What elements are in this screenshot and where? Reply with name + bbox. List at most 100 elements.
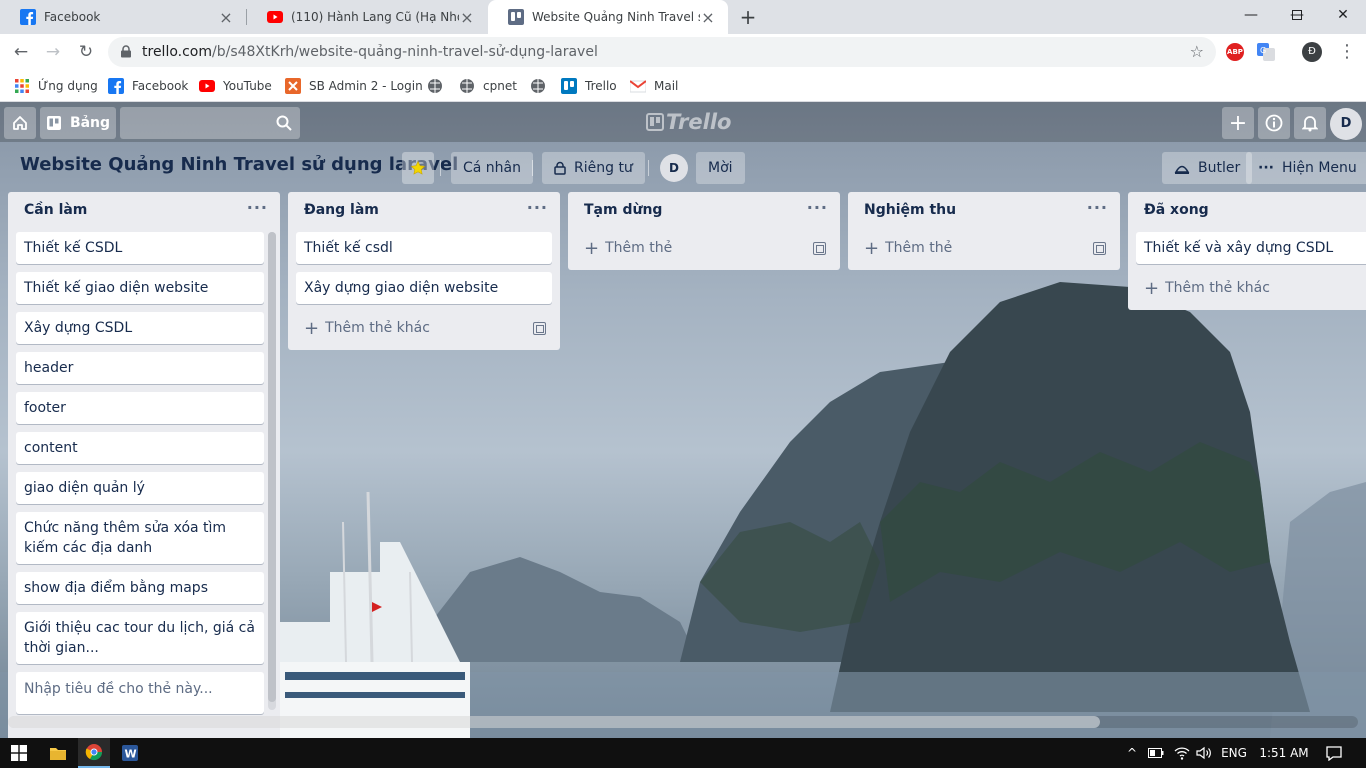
card[interactable]: Giới thiệu cac tour du lịch, giá cả thời…: [16, 612, 264, 664]
close-tab-icon[interactable]: ×: [700, 8, 716, 27]
wifi-icon[interactable]: [1172, 738, 1192, 768]
bookmark-star-icon[interactable]: ☆: [1190, 37, 1204, 67]
list-title[interactable]: Nghiệm thu: [864, 202, 956, 218]
chrome-menu-icon[interactable]: ⋮: [1334, 39, 1360, 65]
list-menu-icon[interactable]: ···: [247, 198, 268, 217]
butler-button[interactable]: Butler: [1162, 152, 1253, 184]
boards-button[interactable]: Bảng: [40, 107, 116, 139]
gmail-icon: [630, 80, 646, 93]
add-card-button[interactable]: + Thêm thẻ: [584, 236, 672, 260]
forward-button[interactable]: →: [40, 39, 66, 65]
card[interactable]: Thiết kế và xây dựng CSDL: [1136, 232, 1366, 264]
card[interactable]: show địa điểm bằng maps: [16, 572, 264, 604]
list-title[interactable]: Cần làm: [24, 202, 87, 218]
lock-icon: [554, 161, 566, 175]
list-title[interactable]: Đang làm: [304, 202, 379, 218]
team-button[interactable]: Cá nhân: [451, 152, 534, 184]
bookmark-mail[interactable]: Mail: [630, 76, 678, 96]
card[interactable]: Xây dựng CSDL: [16, 312, 264, 344]
card[interactable]: Thiết kế giao diện website: [16, 272, 264, 304]
bookmark-youtube[interactable]: YouTube: [199, 76, 272, 96]
back-button[interactable]: ←: [8, 39, 34, 65]
create-button[interactable]: +: [1222, 107, 1254, 139]
card[interactable]: Thiết kế CSDL: [16, 232, 264, 264]
board-member-avatar[interactable]: D: [660, 154, 688, 182]
list-menu-icon[interactable]: ···: [527, 198, 548, 217]
card[interactable]: giao diện quản lý: [16, 472, 264, 504]
bookmark-label: YouTube: [223, 79, 272, 93]
tab-youtube[interactable]: (110) Hành Lang Cũ (Hạ Nhớ) - L ×: [247, 0, 487, 34]
chrome-taskbar-button[interactable]: [78, 738, 110, 768]
bookmark-globe-1[interactable]: [427, 76, 451, 96]
list-menu-icon[interactable]: ···: [807, 198, 828, 217]
volume-icon[interactable]: [1194, 738, 1214, 768]
system-clock[interactable]: 1:51 AM: [1254, 738, 1314, 768]
add-card-button[interactable]: + Thêm thẻ: [864, 236, 952, 260]
invite-button[interactable]: Mời: [696, 152, 745, 184]
visibility-button[interactable]: Riêng tư: [542, 152, 645, 184]
add-card-button[interactable]: + Thêm thẻ khác: [304, 316, 430, 340]
show-menu-button[interactable]: ··· Hiện Menu: [1246, 152, 1366, 184]
list-da-xong: Đã xong Thiết kế và xây dựng CSDL + Thêm…: [1128, 192, 1366, 310]
input-language[interactable]: ENG: [1218, 738, 1250, 768]
bookmark-trello[interactable]: Trello: [561, 76, 617, 96]
address-bar[interactable]: trello.com/b/s48XtKrh/website-quảng-ninh…: [108, 37, 1216, 67]
card[interactable]: Xây dựng giao diện website: [296, 272, 552, 304]
card-title-input[interactable]: [16, 672, 264, 706]
start-button[interactable]: [0, 738, 38, 768]
profile-avatar[interactable]: Đ: [1302, 42, 1322, 62]
card-template-icon[interactable]: [533, 322, 546, 335]
action-center-icon[interactable]: [1318, 738, 1350, 768]
close-window-button[interactable]: ✕: [1320, 0, 1366, 30]
chevron-up-icon: ^: [1126, 746, 1138, 760]
bookmark-apps[interactable]: Ứng dụng: [14, 76, 98, 96]
file-explorer-button[interactable]: [42, 738, 74, 768]
card-template-icon[interactable]: [1093, 242, 1106, 255]
star-board-button[interactable]: [402, 152, 434, 184]
add-card-button[interactable]: + Thêm thẻ khác: [1144, 276, 1270, 300]
notifications-button[interactable]: [1294, 107, 1326, 139]
browser-toolbar: ← → ↻ trello.com/b/s48XtKrh/website-quản…: [0, 34, 1366, 70]
member-avatar-header[interactable]: D: [1330, 108, 1362, 140]
card-template-icon[interactable]: [813, 242, 826, 255]
card[interactable]: footer: [16, 392, 264, 424]
battery-icon[interactable]: [1146, 738, 1166, 768]
home-button[interactable]: [4, 107, 36, 139]
card-composer[interactable]: [16, 672, 264, 714]
maximize-button[interactable]: [1274, 0, 1320, 30]
list-title[interactable]: Đã xong: [1144, 202, 1209, 218]
board-title[interactable]: Website Quảng Ninh Travel sử dụng larave…: [20, 154, 458, 175]
reload-button[interactable]: ↻: [73, 39, 99, 65]
close-tab-icon[interactable]: ×: [218, 8, 234, 27]
trello-logo[interactable]: Trello: [646, 110, 731, 134]
word-taskbar-button[interactable]: W: [114, 738, 146, 768]
tab-trello-board[interactable]: Website Quảng Ninh Travel sử dụ ×: [488, 0, 728, 34]
board-scrollbar-thumb[interactable]: [8, 716, 1100, 728]
close-tab-icon[interactable]: ×: [459, 8, 475, 27]
bookmark-facebook[interactable]: Facebook: [108, 76, 188, 96]
svg-text:W: W: [125, 748, 137, 761]
tab-facebook[interactable]: Facebook ×: [0, 0, 246, 34]
list-scrollbar-thumb[interactable]: [268, 232, 276, 702]
card[interactable]: content: [16, 432, 264, 464]
card[interactable]: Chức năng thêm sửa xóa tìm kiếm các địa …: [16, 512, 264, 564]
card[interactable]: Thiết kế csdl: [296, 232, 552, 264]
plus-icon: +: [1228, 110, 1248, 136]
card[interactable]: header: [16, 352, 264, 384]
new-tab-button[interactable]: +: [737, 4, 759, 30]
adblock-extension-icon[interactable]: ABP: [1226, 43, 1244, 61]
bookmark-cpnet[interactable]: cpnet: [459, 76, 517, 96]
trello-search-input[interactable]: [120, 107, 300, 139]
header-divider: [440, 160, 441, 176]
bookmark-globe-2[interactable]: [530, 76, 554, 96]
plus-icon: +: [864, 237, 880, 259]
tab-title: Website Quảng Ninh Travel sử dụ: [532, 10, 700, 24]
list-menu-icon[interactable]: ···: [1087, 198, 1108, 217]
list-title[interactable]: Tạm dừng: [584, 202, 662, 218]
bookmark-sbadmin[interactable]: SB Admin 2 - Login: [285, 76, 423, 96]
google-translate-icon[interactable]: G: [1257, 43, 1275, 61]
info-button[interactable]: [1258, 107, 1290, 139]
tab-title: (110) Hành Lang Cũ (Hạ Nhớ) - L: [291, 10, 459, 24]
show-hidden-icons-button[interactable]: ^: [1122, 738, 1142, 768]
minimize-window-button[interactable]: —: [1228, 0, 1274, 30]
